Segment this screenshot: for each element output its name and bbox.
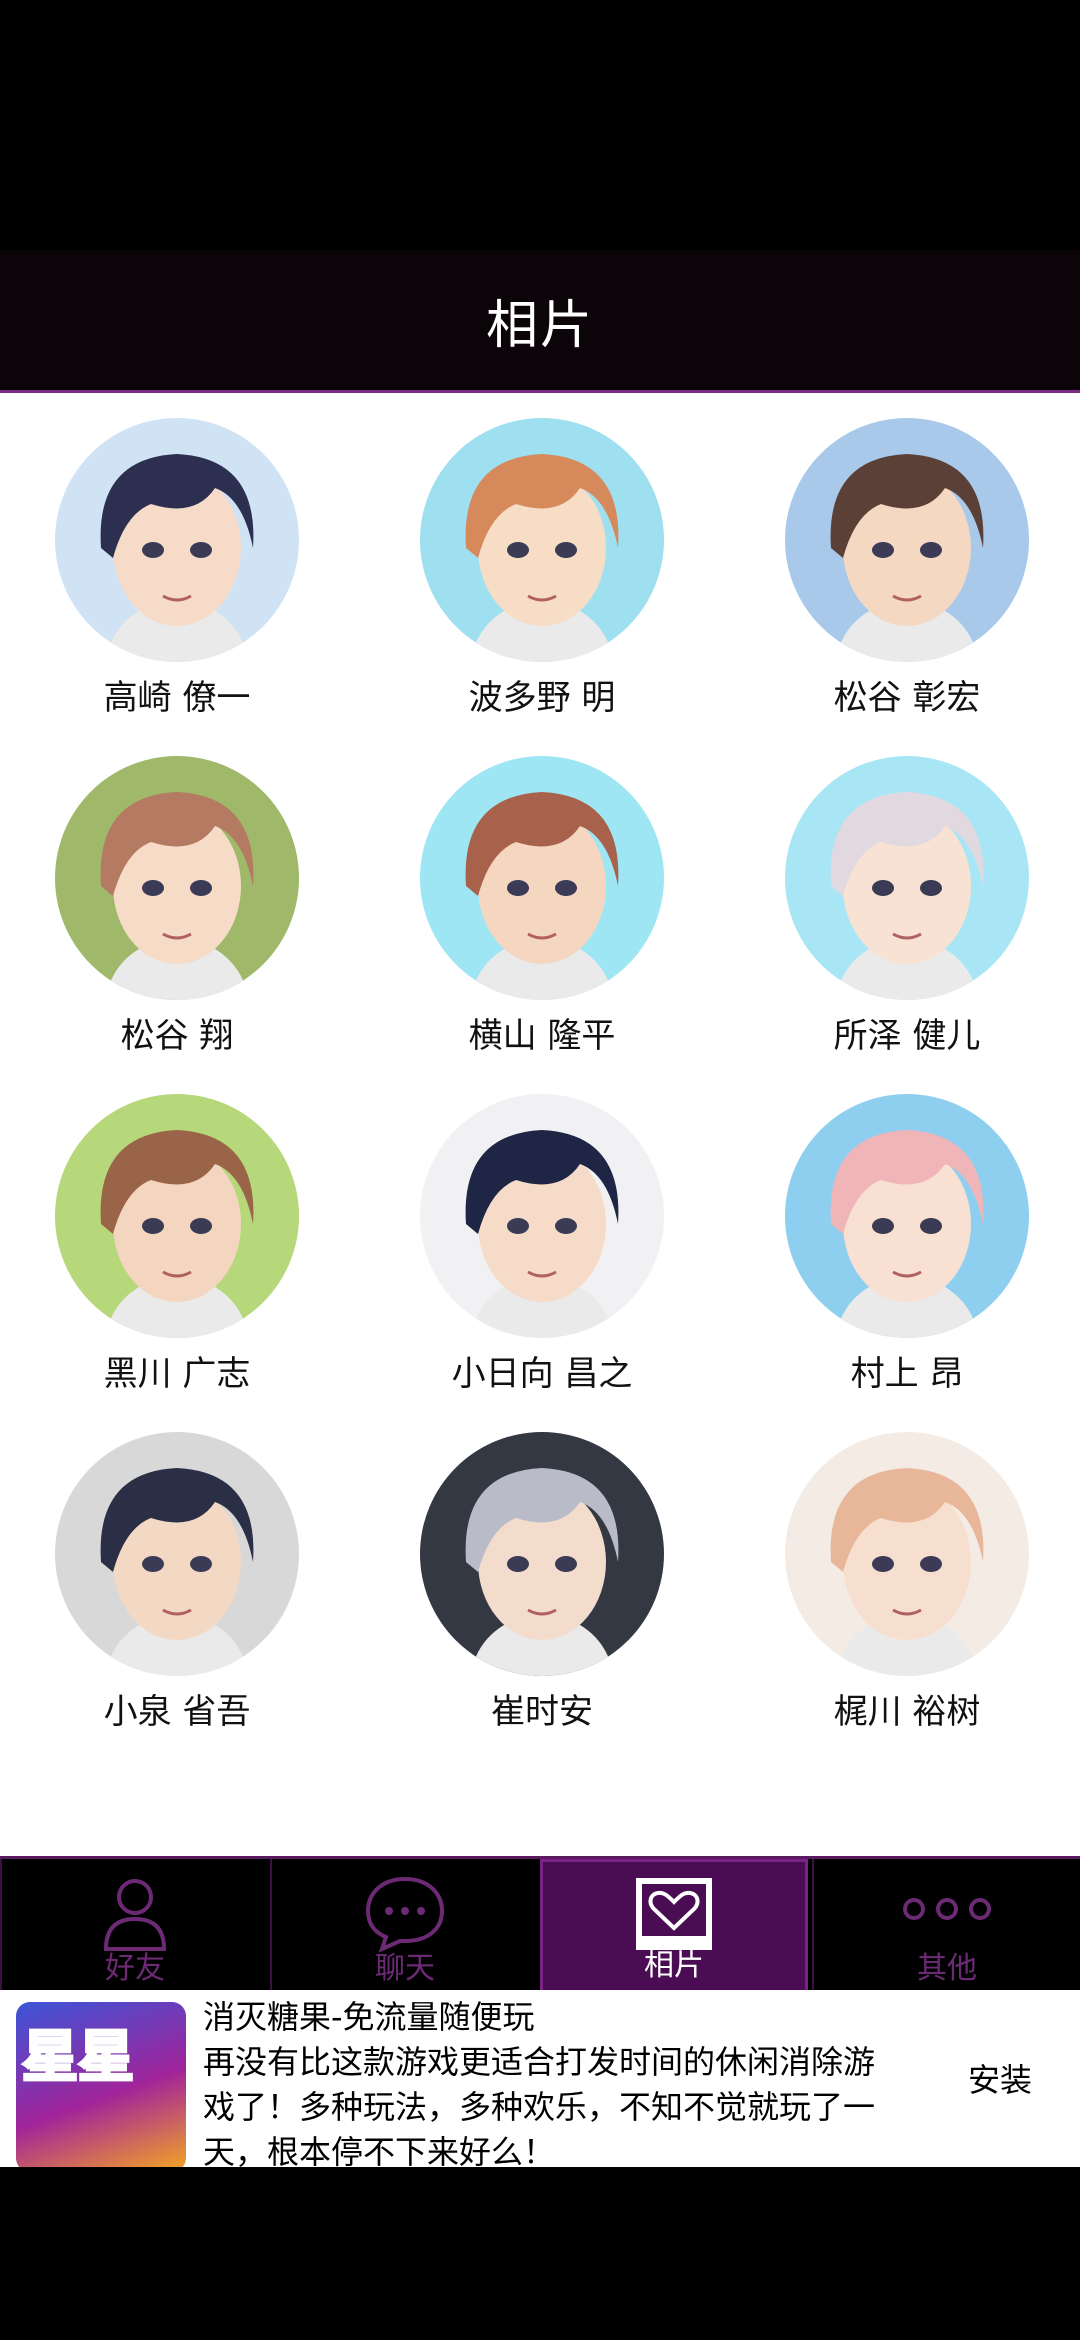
tab-label: 聊天	[375, 1951, 435, 1986]
contact-name: 崔时安	[491, 1692, 593, 1732]
avatar[interactable]	[785, 756, 1029, 1000]
contact-name: 波多野 明	[468, 678, 616, 718]
contact-name: 高崎 僚一	[103, 678, 251, 718]
tab-label: 相片	[644, 1948, 704, 1983]
avatar[interactable]	[785, 418, 1029, 662]
navigation-bar-area	[0, 2167, 1080, 2340]
tab-friends[interactable]: 好友	[0, 1859, 268, 1993]
avatar[interactable]	[420, 418, 664, 662]
contact-item[interactable]: 村上 昂	[730, 1094, 1080, 1432]
contact-name: 梶川 裕树	[833, 1692, 981, 1732]
bottom-tab-bar: 好友 聊天 相片 其他	[0, 1856, 1080, 1993]
avatar[interactable]	[420, 756, 664, 1000]
ad-description: 再没有比这款游戏更适合打发时间的休闲消除游戏了！多种玩法，多种欢乐，不知不觉就玩…	[203, 2043, 876, 2167]
avatar[interactable]	[420, 1432, 664, 1676]
contact-item[interactable]: 崔时安	[365, 1432, 725, 1770]
contact-item[interactable]: 波多野 明	[365, 418, 725, 756]
contact-name: 小日向 昌之	[451, 1354, 633, 1394]
ad-icon-text: 星星	[21, 2024, 136, 2092]
contact-item[interactable]: 松谷 翔	[0, 756, 360, 1094]
contact-item[interactable]: 松谷 彰宏	[730, 418, 1080, 756]
contact-item[interactable]: 高崎 僚一	[0, 418, 360, 756]
contact-item[interactable]: 黑川 广志	[0, 1094, 360, 1432]
avatar[interactable]	[420, 1094, 664, 1338]
contact-item[interactable]: 横山 隆平	[365, 756, 725, 1094]
ad-banner[interactable]: 星星 消灭糖果-免流量随便玩 再没有比这款游戏更适合打发时间的休闲消除游戏了！多…	[0, 1990, 1080, 2167]
contact-name: 所泽 健儿	[833, 1016, 981, 1056]
avatar[interactable]	[55, 418, 299, 662]
ad-title: 消灭糖果-免流量随便玩	[203, 1998, 535, 2036]
contact-name: 黑川 广志	[103, 1354, 251, 1394]
avatar[interactable]	[785, 1432, 1029, 1676]
status-bar-area	[0, 0, 1080, 250]
tab-chat[interactable]: 聊天	[270, 1859, 538, 1993]
avatar[interactable]	[55, 1432, 299, 1676]
contact-item[interactable]: 小日向 昌之	[365, 1094, 725, 1432]
avatar[interactable]	[55, 756, 299, 1000]
contact-name: 小泉 省吾	[103, 1692, 251, 1732]
person-icon	[103, 1879, 167, 1951]
page-header: 相片	[0, 250, 1080, 393]
contact-item[interactable]: 小泉 省吾	[0, 1432, 360, 1770]
contact-item[interactable]: 所泽 健儿	[730, 756, 1080, 1094]
contact-item[interactable]: 梶川 裕树	[730, 1432, 1080, 1770]
photo-grid-area[interactable]: 高崎 僚一 波多野 明 松谷 彰宏松谷 翔 横山 隆平 所泽 健儿黑川 广志 小日向 昌之…	[0, 393, 1080, 1856]
ad-app-icon[interactable]: 星星	[16, 2002, 186, 2167]
tab-label: 好友	[105, 1951, 165, 1986]
avatar[interactable]	[55, 1094, 299, 1338]
contact-name: 松谷 彰宏	[833, 678, 981, 718]
contact-name: 松谷 翔	[120, 1016, 234, 1056]
tab-photos[interactable]: 相片	[540, 1859, 808, 1993]
contact-name: 村上 昂	[850, 1354, 964, 1394]
page-title: 相片	[485, 295, 594, 356]
tab-label: 其他	[917, 1951, 977, 1986]
avatar[interactable]	[785, 1094, 1029, 1338]
chat-bubble-icon	[365, 1876, 445, 1953]
tab-other[interactable]: 其他	[812, 1859, 1080, 1993]
ad-install-button[interactable]: 安装	[920, 2035, 1080, 2125]
contact-name: 横山 隆平	[468, 1016, 616, 1056]
